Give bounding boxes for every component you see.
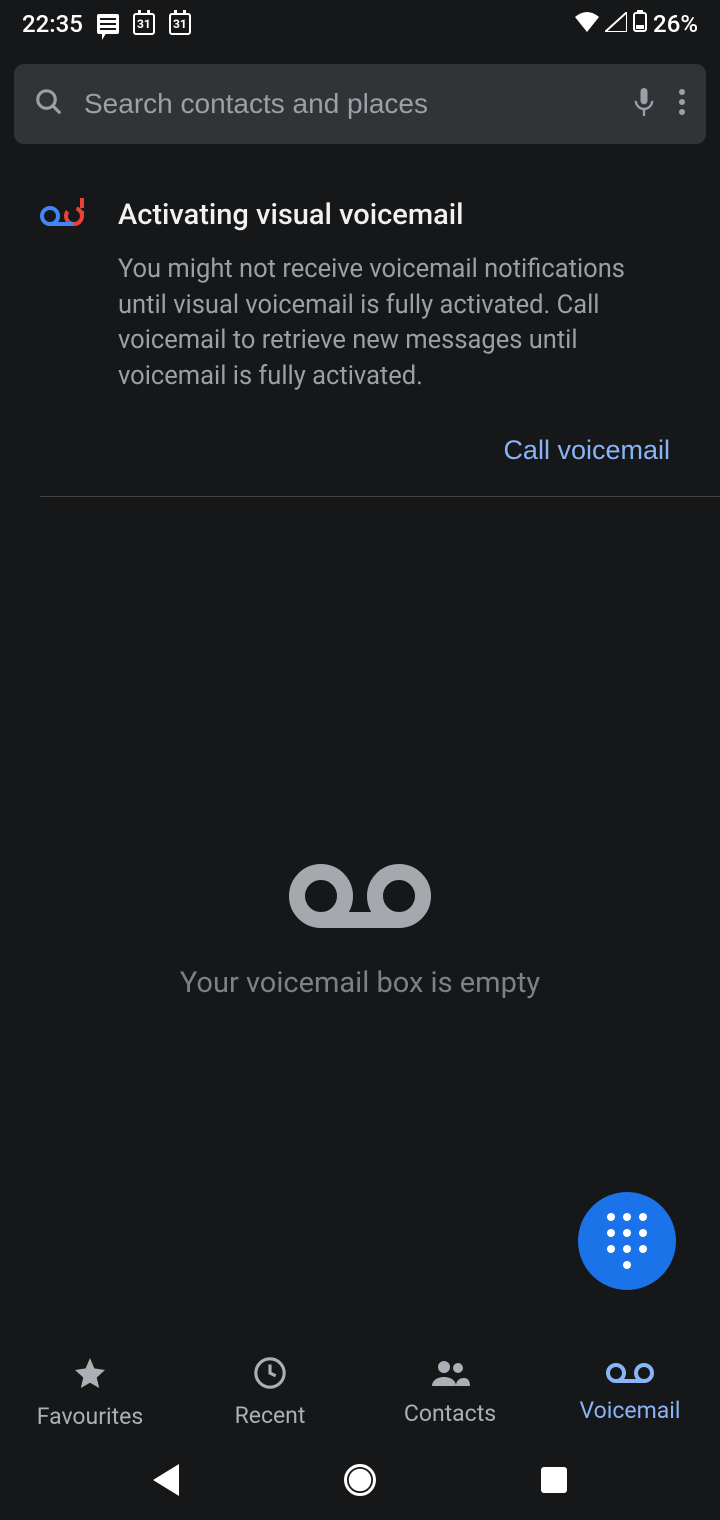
bottom-nav: Favourites Recent Contacts Voicemail xyxy=(0,1344,720,1440)
voicemail-icon xyxy=(285,860,435,936)
signal-icon xyxy=(605,10,627,38)
dialpad-icon xyxy=(607,1213,647,1269)
battery-icon xyxy=(633,10,647,38)
calendar-icon: 31 xyxy=(169,13,191,35)
empty-state: Your voicemail box is empty xyxy=(0,860,720,1000)
status-right: 26% xyxy=(575,10,698,38)
messages-icon xyxy=(97,14,119,34)
nav-recent[interactable]: Recent xyxy=(180,1344,360,1440)
people-icon xyxy=(430,1358,470,1394)
nav-favourites[interactable]: Favourites xyxy=(0,1344,180,1440)
recents-button[interactable] xyxy=(541,1467,567,1493)
card-title: Activating visual voicemail xyxy=(118,198,680,232)
calendar-icon: 31 xyxy=(133,13,155,35)
status-left: 22:35 31 31 xyxy=(22,10,191,38)
battery-percent: 26% xyxy=(653,10,698,38)
nav-label: Contacts xyxy=(404,1400,496,1427)
nav-label: Recent xyxy=(235,1402,306,1429)
card-body: Activating visual voicemail You might no… xyxy=(118,198,680,395)
search-icon xyxy=(34,87,64,121)
dialpad-fab[interactable] xyxy=(578,1192,676,1290)
empty-message: Your voicemail box is empty xyxy=(180,966,540,1000)
activation-card: Activating visual voicemail You might no… xyxy=(0,144,720,395)
status-time: 22:35 xyxy=(22,10,83,38)
search-container xyxy=(0,48,720,144)
back-button[interactable] xyxy=(153,1464,179,1496)
nav-label: Voicemail xyxy=(580,1397,681,1424)
call-voicemail-button[interactable]: Call voicemail xyxy=(503,435,670,466)
voicemail-alert-icon xyxy=(40,198,88,395)
status-bar: 22:35 31 31 26% xyxy=(0,0,720,48)
wifi-icon xyxy=(575,10,599,38)
voicemail-icon xyxy=(606,1361,654,1391)
star-icon xyxy=(72,1355,108,1397)
nav-label: Favourites xyxy=(37,1403,143,1430)
mic-icon[interactable] xyxy=(630,85,658,123)
nav-contacts[interactable]: Contacts xyxy=(360,1344,540,1440)
more-icon[interactable] xyxy=(678,87,686,121)
system-nav xyxy=(0,1440,720,1520)
home-button[interactable] xyxy=(344,1464,376,1496)
card-description: You might not receive voicemail notifica… xyxy=(118,252,680,395)
search-input[interactable] xyxy=(84,88,610,120)
search-bar[interactable] xyxy=(14,64,706,144)
clock-icon xyxy=(253,1356,287,1396)
divider xyxy=(40,496,720,497)
card-actions: Call voicemail xyxy=(0,395,720,496)
nav-voicemail[interactable]: Voicemail xyxy=(540,1344,720,1440)
